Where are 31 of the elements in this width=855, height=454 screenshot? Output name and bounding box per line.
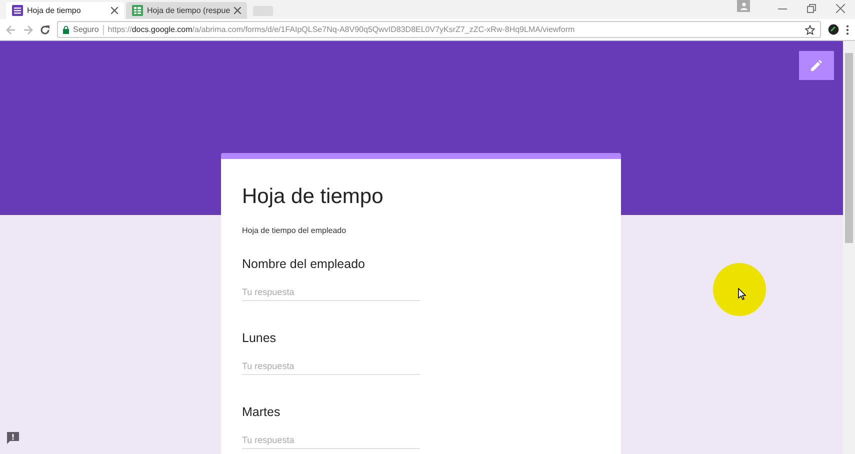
question-title: Lunes [242,331,278,345]
scrollbar-thumb[interactable] [845,53,853,243]
close-icon[interactable] [111,7,118,14]
answer-field[interactable]: Tu respuesta [242,361,420,375]
extension-icon[interactable] [828,24,839,35]
form-icon [12,5,23,16]
menu-icon[interactable] [846,24,849,34]
reload-icon[interactable] [40,24,50,34]
form-description: Hoja de tiempo del empleado [242,226,348,235]
answer-field[interactable]: Tu respuesta [242,435,420,449]
pencil-icon [811,60,822,71]
question-title: Nombre del empleado [242,257,366,271]
star-icon[interactable] [805,24,815,34]
address-bar[interactable]: Seguro https://docs.google.com/a/abrima.com/forms/d/e/1FAIpQLSe7Nq-A8V90q5QwvID83D8EL0V7yKsrZ7_zZC-xRw-8Hq9LMA/viewform [57,21,821,38]
form-title: Hoja de tiempo [242,185,384,209]
restore-icon[interactable] [807,4,816,13]
cursor-highlight [713,263,766,316]
edit-button[interactable] [799,51,834,80]
url-text: https://docs.google.com/a/abrima.com/forms/d/e/1FAIpQLSe7Nq-A8V90q5QwvID83D8EL0V7yKsrZ7_zZC-xRw-8Hq9LMA/viewform [108,25,575,34]
browser-tab[interactable]: Hoja de tiempo (respue [126,2,248,19]
feedback-icon[interactable] [7,432,19,444]
question-title: Martes [242,405,282,419]
answer-field[interactable]: Tu respuesta [242,287,420,301]
lock-icon [63,26,69,34]
browser-tab[interactable]: Hoja de tiempo [6,2,124,19]
user-icon[interactable] [737,0,750,12]
close-icon[interactable] [234,7,242,14]
spreadsheet-icon [132,5,143,16]
security-label: Seguro [73,25,99,34]
cursor-icon [738,288,746,300]
close-icon[interactable] [836,4,845,13]
